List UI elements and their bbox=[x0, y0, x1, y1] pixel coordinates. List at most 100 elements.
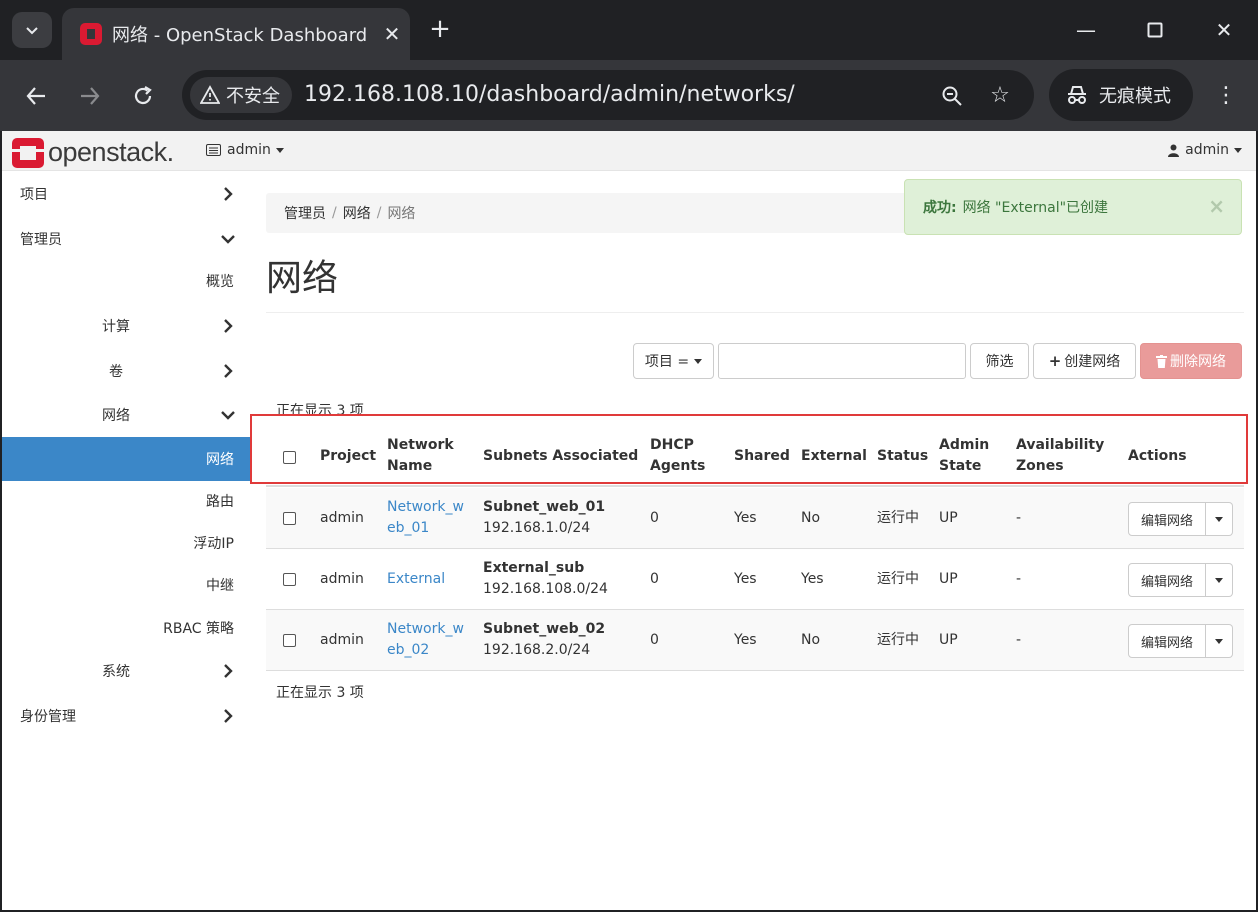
incognito-badge[interactable]: 无痕模式 bbox=[1049, 69, 1193, 121]
filter-input[interactable] bbox=[718, 343, 966, 379]
security-indicator[interactable]: 不安全 bbox=[190, 77, 292, 113]
sidebar-item-label: RBAC 策略 bbox=[163, 621, 234, 637]
cell-status: 运行中 bbox=[877, 571, 919, 587]
breadcrumb-item[interactable]: 管理员 bbox=[284, 203, 326, 223]
sidebar-item-overview[interactable]: 概览 bbox=[2, 259, 250, 303]
network-link[interactable]: Network_w eb_01 bbox=[387, 499, 464, 536]
row-actions: 编辑网络 bbox=[1128, 502, 1233, 536]
reload-icon[interactable] bbox=[127, 80, 159, 112]
filter-field-select[interactable]: 项目 = bbox=[633, 343, 714, 379]
row-actions: 编辑网络 bbox=[1128, 563, 1233, 597]
divider bbox=[266, 312, 1244, 313]
address-bar[interactable]: 不安全 192.168.108.10/dashboard/admin/netwo… bbox=[182, 70, 1034, 120]
sidebar-item-label: 中继 bbox=[206, 578, 234, 594]
subnet-name: Subnet_web_01 bbox=[483, 499, 606, 515]
sidebar-item-admin[interactable]: 管理员 bbox=[2, 217, 250, 261]
subnet-cidr: 192.168.2.0/24 bbox=[483, 642, 591, 658]
cell-dhcp: 0 bbox=[650, 510, 659, 526]
cell-subnets: External_sub 192.168.108.0/24 bbox=[483, 558, 608, 600]
sidebar-item-routers[interactable]: 路由 bbox=[2, 479, 250, 523]
row-checkbox[interactable] bbox=[283, 634, 296, 647]
project-switcher[interactable]: admin bbox=[206, 142, 284, 158]
sidebar-item-label: 计算 bbox=[102, 319, 130, 335]
network-link[interactable]: Network_w eb_02 bbox=[387, 621, 464, 658]
trash-icon bbox=[1156, 354, 1167, 368]
cell-zones: - bbox=[1016, 632, 1022, 648]
user-name: admin bbox=[1185, 142, 1229, 158]
sidebar-item-networks[interactable]: 网络 bbox=[2, 437, 250, 481]
sidebar-item-identity[interactable]: 身份管理 bbox=[2, 694, 250, 738]
sidebar-item-project[interactable]: 项目 bbox=[2, 172, 250, 216]
breadcrumb-item[interactable]: 网络 bbox=[343, 203, 371, 223]
cell-network-name: Network_w eb_01 bbox=[387, 497, 464, 539]
cell-project: admin bbox=[320, 632, 364, 648]
cell-network-name: Network_w eb_02 bbox=[387, 619, 464, 661]
row-checkbox[interactable] bbox=[283, 512, 296, 525]
zoom-icon[interactable] bbox=[938, 82, 966, 110]
edit-network-button[interactable]: 编辑网络 bbox=[1128, 502, 1206, 536]
sidebar-item-trunks[interactable]: 中继 bbox=[2, 563, 250, 607]
sidebar-item-floating-ips[interactable]: 浮动IP bbox=[2, 521, 250, 565]
cell-project: admin bbox=[320, 510, 364, 526]
filter-button[interactable]: 筛选 bbox=[970, 343, 1029, 379]
sidebar-item-label: 网络 bbox=[206, 452, 234, 468]
table-row: admin Network_w eb_01 Subnet_web_01 192.16… bbox=[266, 488, 1244, 549]
chevron-right-icon bbox=[224, 364, 233, 378]
project-list-icon bbox=[206, 144, 221, 156]
delete-networks-button[interactable]: 删除网络 bbox=[1140, 343, 1242, 379]
network-link[interactable]: External bbox=[387, 571, 445, 587]
table-row: admin Network_w eb_02 Subnet_web_02 192.16… bbox=[266, 610, 1244, 671]
row-checkbox[interactable] bbox=[283, 573, 296, 586]
cell-external: No bbox=[801, 632, 821, 648]
new-tab-icon[interactable]: + bbox=[426, 14, 454, 44]
forward-icon[interactable] bbox=[74, 80, 106, 112]
edit-network-button[interactable]: 编辑网络 bbox=[1128, 624, 1206, 658]
close-window-icon[interactable]: ✕ bbox=[1204, 14, 1244, 46]
caret-down-icon bbox=[694, 358, 703, 364]
minimize-icon[interactable]: — bbox=[1066, 14, 1106, 46]
cell-subnets: Subnet_web_02 192.168.2.0/24 bbox=[483, 619, 605, 661]
sidebar: 项目 管理员 概览 计算 卷 网络 网络 路由 浮动IP 中继 RBAC 策略 … bbox=[2, 171, 250, 910]
table-row: admin External External_sub 192.168.108.0… bbox=[266, 549, 1244, 610]
sidebar-item-volumes[interactable]: 卷 bbox=[2, 349, 250, 393]
sidebar-item-system[interactable]: 系统 bbox=[2, 649, 250, 693]
sidebar-item-compute[interactable]: 计算 bbox=[2, 304, 250, 348]
close-tab-icon[interactable]: ✕ bbox=[374, 22, 410, 46]
caret-down-icon bbox=[1215, 638, 1223, 644]
browser-menu-icon[interactable]: ⋮ bbox=[1212, 80, 1240, 112]
url-text[interactable]: 192.168.108.10/dashboard/admin/networks/ bbox=[304, 82, 795, 107]
back-icon[interactable] bbox=[20, 80, 52, 112]
sidebar-item-rbac-policies[interactable]: RBAC 策略 bbox=[2, 606, 250, 650]
alert-message: 网络 "External"已创建 bbox=[962, 200, 1109, 216]
row-actions-dropdown[interactable] bbox=[1206, 502, 1233, 536]
alert-prefix: 成功: bbox=[923, 200, 957, 216]
cell-zones: - bbox=[1016, 510, 1022, 526]
sidebar-item-label: 项目 bbox=[20, 187, 48, 203]
chevron-right-icon bbox=[224, 709, 233, 723]
tab-search-button[interactable] bbox=[12, 12, 52, 48]
bookmark-star-icon[interactable]: ☆ bbox=[986, 82, 1014, 110]
breadcrumb-current: 网络 bbox=[387, 206, 416, 222]
user-menu[interactable]: admin bbox=[1168, 142, 1242, 158]
chevron-right-icon bbox=[224, 664, 233, 678]
create-network-button[interactable]: + 创建网络 bbox=[1033, 343, 1136, 379]
close-icon[interactable]: × bbox=[1208, 194, 1225, 218]
edit-network-button[interactable]: 编辑网络 bbox=[1128, 563, 1206, 597]
caret-down-icon bbox=[275, 147, 284, 153]
openstack-logo[interactable]: openstack. bbox=[12, 137, 174, 168]
cell-shared: Yes bbox=[734, 571, 757, 587]
warning-icon bbox=[200, 85, 220, 104]
browser-tab[interactable]: 网络 - OpenStack Dashboard ✕ bbox=[62, 8, 410, 60]
cell-dhcp: 0 bbox=[650, 632, 659, 648]
sidebar-item-label: 网络 bbox=[102, 408, 130, 424]
project-name: admin bbox=[227, 142, 271, 158]
maximize-icon[interactable] bbox=[1135, 14, 1175, 46]
row-actions-dropdown[interactable] bbox=[1206, 624, 1233, 658]
sidebar-item-label: 卷 bbox=[109, 364, 123, 380]
sidebar-item-network-group[interactable]: 网络 bbox=[2, 393, 250, 437]
browser-tab-strip: 网络 - OpenStack Dashboard ✕ + — ✕ bbox=[0, 0, 1258, 60]
subnet-cidr: 192.168.108.0/24 bbox=[483, 581, 608, 597]
row-actions-dropdown[interactable] bbox=[1206, 563, 1233, 597]
cell-status: 运行中 bbox=[877, 632, 919, 648]
caret-down-icon bbox=[1215, 516, 1223, 522]
